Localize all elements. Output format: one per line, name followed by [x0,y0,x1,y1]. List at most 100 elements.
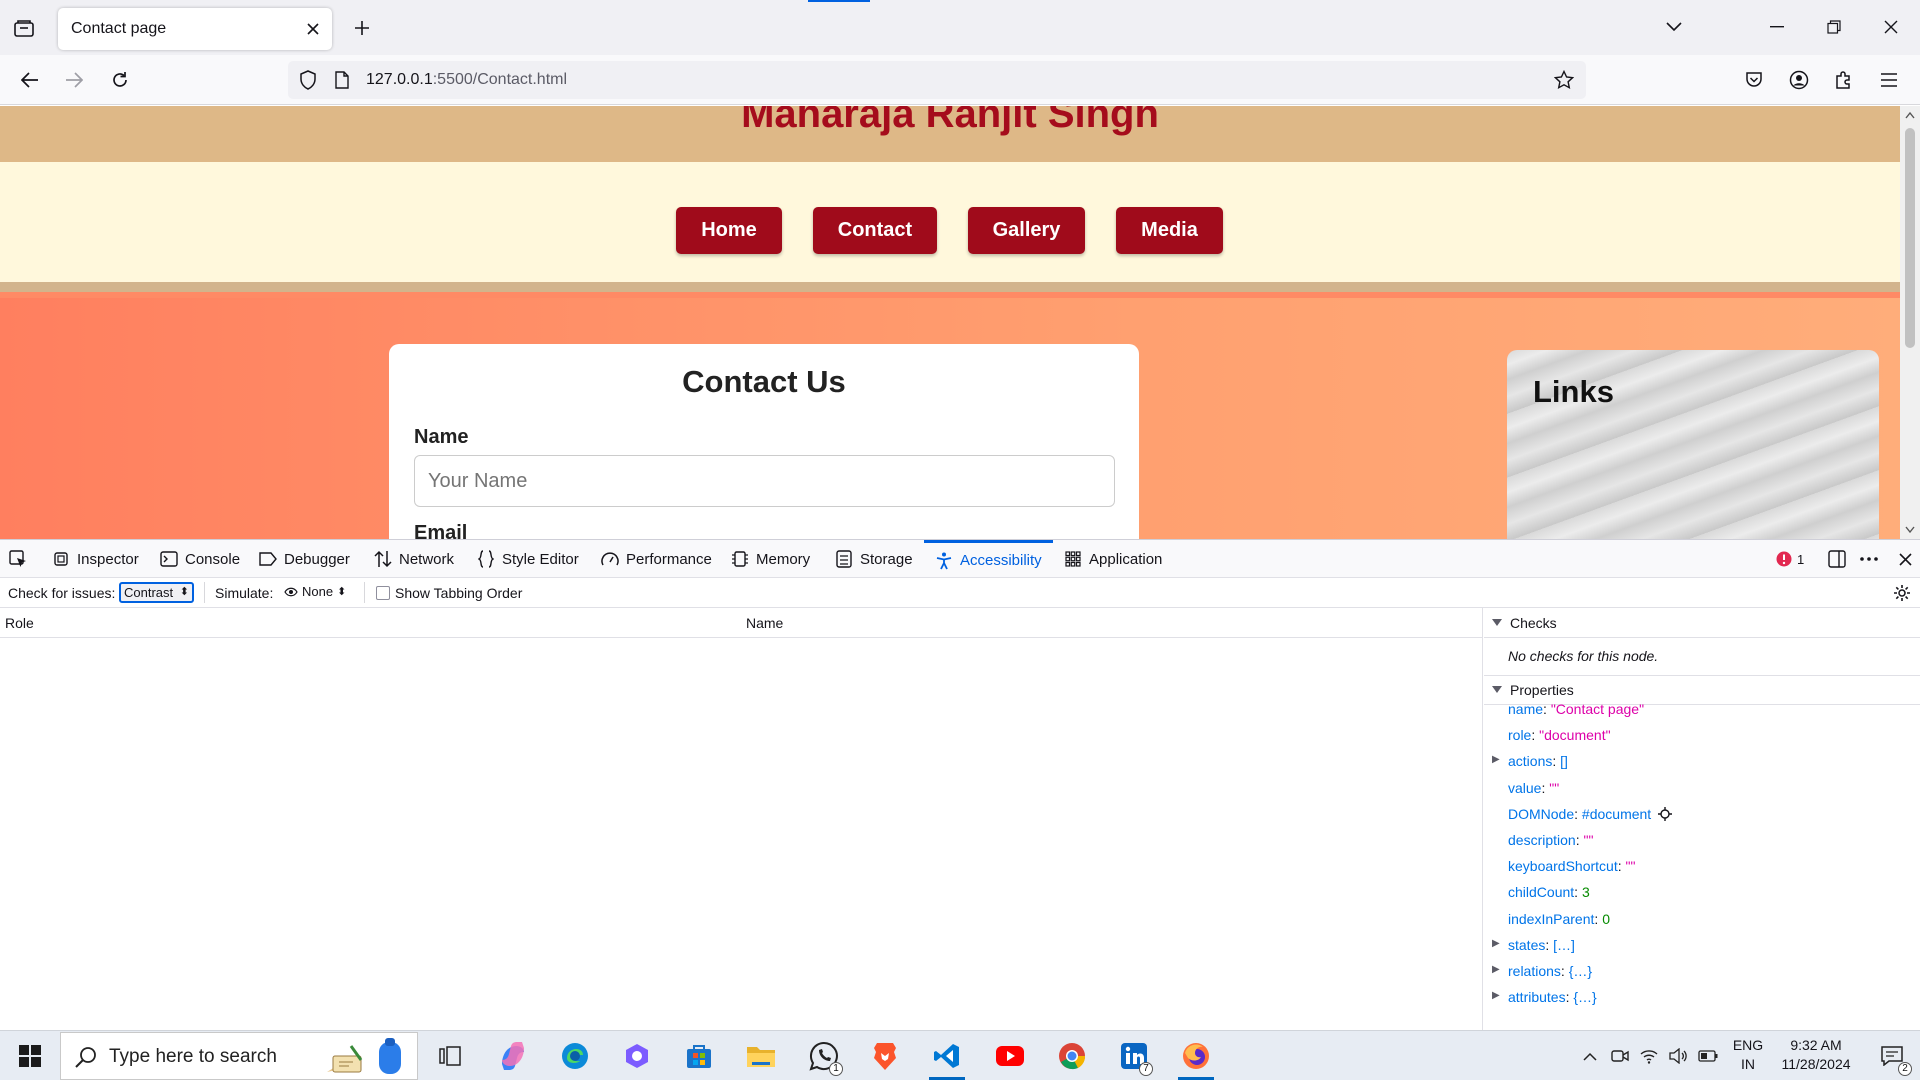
property-row-actions[interactable]: ▶ actions: [] [1492,753,1568,770]
element-picker-button[interactable] [9,540,27,578]
task-view-button[interactable] [424,1032,476,1080]
property-colon: : [1552,753,1561,770]
caret-right-icon[interactable]: ▶ [1492,990,1500,1001]
nav-gallery-button[interactable]: Gallery [968,207,1085,254]
devtools-more-button[interactable] [1860,540,1878,578]
nav-home-button[interactable]: Home [676,207,782,254]
menu-button[interactable] [1873,64,1905,96]
taskbar-whatsapp[interactable]: 1 [798,1032,850,1080]
notification-center-button[interactable]: 2 [1868,1032,1916,1080]
caret-right-icon[interactable]: ▶ [1492,964,1500,975]
start-button[interactable] [4,1032,56,1080]
dock-options-button[interactable] [1828,540,1846,578]
taskbar-copilot[interactable] [487,1032,539,1080]
tab-network[interactable]: Network [374,540,454,578]
tab-storage[interactable]: Storage [835,540,913,578]
tray-network[interactable] [1634,1032,1664,1080]
picker-icon [9,550,27,568]
tab-debugger[interactable]: Debugger [259,540,350,578]
caret-down-icon [1492,618,1502,626]
tab-list-button[interactable] [10,14,38,42]
tab-console[interactable]: Console [160,540,240,578]
show-hidden-icons-button[interactable] [1573,1032,1607,1080]
show-tabbing-order-checkbox[interactable] [376,586,390,600]
tray-meet-now[interactable] [1605,1032,1635,1080]
reload-button[interactable] [104,64,136,96]
target-node-icon[interactable] [1658,806,1673,821]
error-icon [1775,550,1793,568]
property-value: "" [1625,858,1636,875]
page-icon[interactable] [335,71,349,89]
tab-contact-page[interactable]: Contact page [58,8,332,50]
property-row-value: value: "" [1508,780,1559,796]
property-row-keyboardshortcut: keyboardShortcut: "" [1508,858,1635,874]
close-window-button[interactable] [1874,12,1908,42]
show-tabbing-order-label[interactable]: Show Tabbing Order [395,585,522,601]
shield-icon[interactable] [299,70,317,90]
property-value: 0 [1602,910,1610,927]
scroll-up-icon[interactable] [1905,111,1915,119]
contact-form-card: Contact Us Name Email [389,344,1139,539]
new-tab-button[interactable] [348,14,376,42]
memory-chip-icon [731,550,749,568]
list-all-tabs-button[interactable] [1657,12,1691,42]
caret-right-icon[interactable]: ▶ [1492,938,1500,949]
settings-gear-icon[interactable] [1893,584,1911,602]
extensions-button[interactable] [1828,64,1860,96]
caret-right-icon[interactable]: ▶ [1492,754,1500,765]
scroll-down-icon[interactable] [1905,526,1915,534]
taskbar-brave[interactable] [859,1032,911,1080]
nav-contact-button[interactable]: Contact [813,207,937,254]
page-scrollbar[interactable] [1900,106,1920,539]
check-for-issues-select[interactable]: Contrast ⬍ [119,582,194,603]
property-key: states [1508,936,1546,953]
tray-clock[interactable]: 9:32 AM 11/28/2024 [1770,1036,1862,1074]
account-button[interactable] [1783,64,1815,96]
taskbar-vscode[interactable] [921,1032,973,1080]
forward-button[interactable] [58,64,90,96]
property-row-states[interactable]: ▶ states: […] [1492,936,1575,953]
error-count-button[interactable]: 1 [1775,540,1804,578]
tab-debugger-label: Debugger [284,550,350,568]
property-value[interactable]: #document [1582,806,1651,822]
close-tab-icon[interactable] [302,18,324,40]
checks-section-header[interactable]: Checks [1484,608,1920,638]
taskbar-search[interactable]: Type here to search [60,1032,418,1080]
taskbar-firefox[interactable] [1170,1032,1222,1080]
taskbar-copilot-app[interactable] [611,1032,663,1080]
scrollbar-thumb[interactable] [1905,128,1915,348]
taskbar-linkedin[interactable]: 7 [1108,1032,1160,1080]
links-heading: Links [1533,374,1614,409]
tray-language[interactable]: ENG IN [1730,1036,1766,1074]
tab-style-editor[interactable]: Style Editor [477,540,579,578]
restore-button[interactable] [1817,12,1851,42]
tab-console-label: Console [185,550,241,568]
taskbar-chrome[interactable] [1046,1032,1098,1080]
tab-accessibility[interactable]: Accessibility [924,540,1053,578]
minimize-button[interactable] [1760,12,1794,42]
name-input[interactable] [414,455,1115,507]
property-colon: : [1531,727,1540,744]
nav-media-button[interactable]: Media [1116,207,1223,254]
tab-memory[interactable]: Memory [731,540,810,578]
bookmark-star-icon[interactable] [1554,70,1574,90]
simulate-select[interactable]: None ⬍ [284,584,346,599]
taskbar-edge[interactable] [549,1032,601,1080]
url-text[interactable]: 127.0.0.1:5500/Contact.html [366,71,567,89]
tab-application[interactable]: Application [1064,540,1162,578]
tray-battery[interactable] [1693,1032,1723,1080]
back-button[interactable] [14,64,46,96]
tray-volume[interactable] [1663,1032,1693,1080]
close-devtools-button[interactable] [1896,540,1914,578]
property-row-relations[interactable]: ▶ relations: {…} [1492,963,1592,979]
tab-performance[interactable]: Performance [601,540,712,578]
close-icon [1884,20,1898,34]
task-view-icon [439,1046,461,1066]
tab-inspector[interactable]: Inspector [52,540,139,578]
url-bar[interactable]: 127.0.0.1:5500/Contact.html [288,61,1586,99]
pocket-button[interactable] [1738,64,1770,96]
taskbar-youtube[interactable] [984,1032,1036,1080]
taskbar-file-explorer[interactable] [735,1032,787,1080]
taskbar-store[interactable] [673,1032,725,1080]
property-row-attributes[interactable]: ▶ attributes: {…} [1492,989,1597,1005]
